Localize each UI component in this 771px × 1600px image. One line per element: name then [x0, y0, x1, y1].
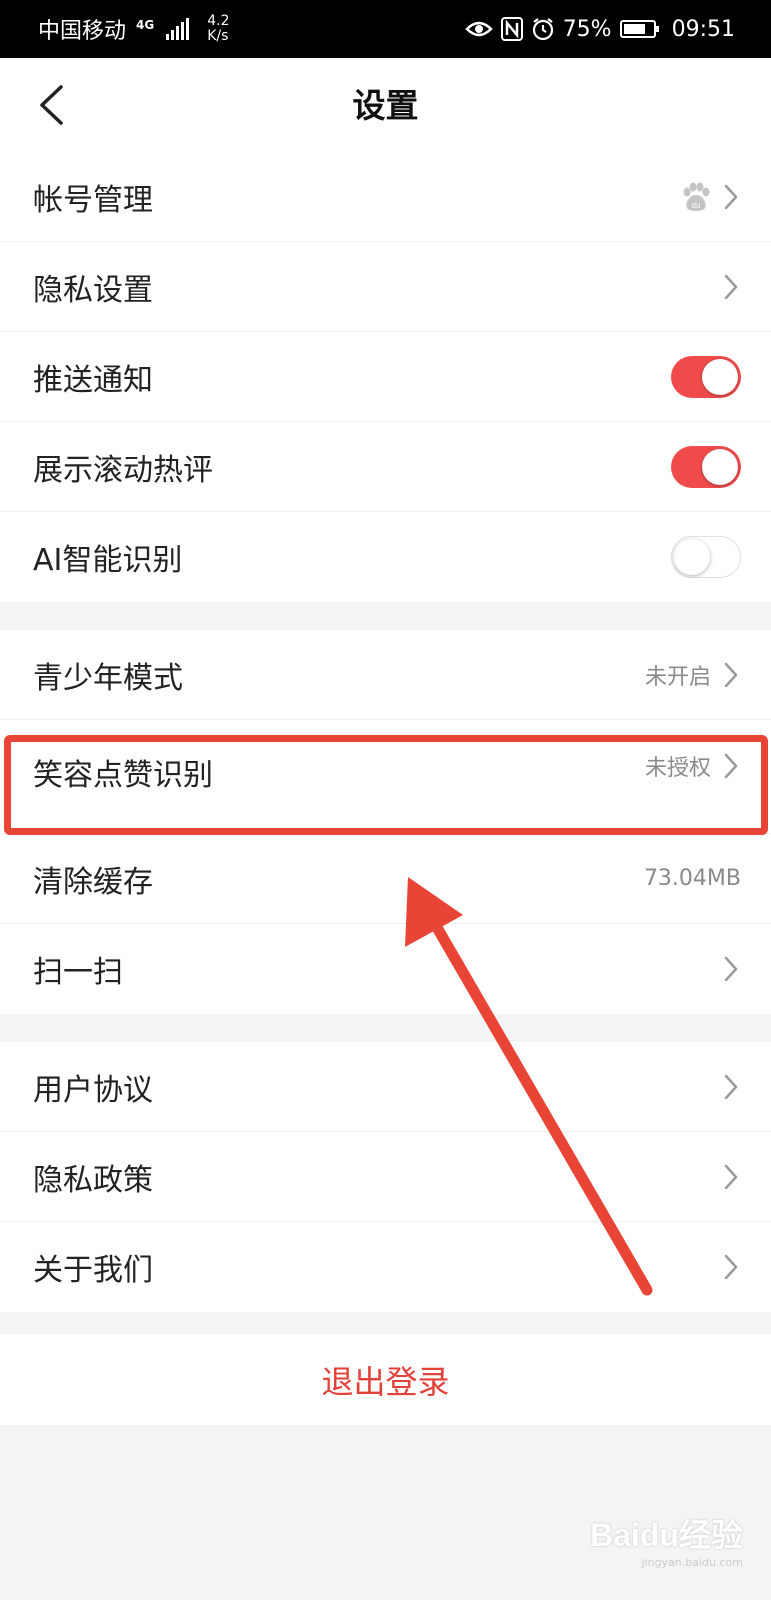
eye-comfort-icon — [464, 19, 493, 39]
row-scrolling-hot-comments: 展示滚动热评 — [0, 422, 771, 512]
page-title: 设置 — [352, 86, 419, 125]
row-label: 扫一扫 — [33, 955, 123, 990]
chevron-right-icon — [721, 1252, 741, 1282]
settings-group-basic: 帐号管理 du 隐私设置 推送通知 展示滚动热评 AI智能识别 — [0, 152, 771, 602]
chevron-right-icon — [721, 182, 741, 212]
status-bar: 中国移动 4G 4.2 K/s 75% 09:51 — [0, 0, 771, 58]
row-ai-recognition: AI智能识别 — [0, 512, 771, 602]
settings-group-about: 用户协议 隐私政策 关于我们 — [0, 1042, 771, 1312]
watermark-logo: Baidu经验 — [590, 1517, 743, 1553]
watermark-url: jingyan.baidu.com — [641, 1556, 743, 1569]
clock: 09:51 — [671, 16, 735, 42]
row-privacy-settings[interactable]: 隐私设置 — [0, 242, 771, 332]
baidu-paw-icon: du — [679, 181, 711, 213]
baidu-jingyan-watermark: Baidu经验 jingyan.baidu.com — [583, 1510, 743, 1570]
row-account-management[interactable]: 帐号管理 du — [0, 152, 771, 242]
row-about-us[interactable]: 关于我们 — [0, 1222, 771, 1312]
row-label: 隐私政策 — [33, 1162, 153, 1198]
row-clear-cache[interactable]: 清除缓存 73.04MB — [0, 834, 771, 924]
row-label: 推送通知 — [33, 362, 153, 398]
row-label: 用户协议 — [33, 1072, 153, 1108]
row-right: 未开启 — [645, 659, 741, 691]
row-right: du — [679, 181, 741, 213]
chevron-right-icon — [721, 954, 741, 984]
ai-recognition-toggle[interactable] — [671, 536, 741, 578]
network-speed-unit: K/s — [207, 28, 229, 44]
signal-icon — [166, 18, 190, 40]
network-speed-value: 4.2 — [207, 13, 230, 29]
status-bar-left: 中国移动 4G 4.2 K/s — [38, 13, 229, 45]
row-push-notifications: 推送通知 — [0, 332, 771, 422]
network-speed: 4.2 K/s — [207, 14, 229, 44]
cache-size: 73.04MB — [643, 866, 741, 891]
row-label: 青少年模式 — [33, 660, 183, 696]
svg-text:du: du — [692, 201, 701, 210]
chevron-right-icon — [721, 1072, 741, 1102]
nfc-icon — [500, 17, 523, 41]
network-type: 4G — [136, 18, 155, 32]
row-label: 展示滚动热评 — [33, 452, 213, 488]
status-bar-right: 75% 09:51 — [464, 16, 735, 42]
row-label: 帐号管理 — [33, 182, 153, 218]
battery-percent: 75% — [562, 16, 612, 42]
chevron-right-icon — [721, 1162, 741, 1192]
hot-comments-toggle[interactable] — [671, 445, 741, 488]
alarm-icon — [531, 17, 555, 41]
logout-row: 退出登录 — [0, 1334, 771, 1425]
row-teen-mode[interactable]: 青少年模式 未开启 — [0, 630, 771, 720]
annotation-highlight-box — [4, 735, 768, 835]
teen-mode-status: 未开启 — [644, 664, 711, 690]
battery-icon — [619, 20, 659, 38]
row-privacy-policy[interactable]: 隐私政策 — [0, 1132, 771, 1222]
push-notifications-toggle[interactable] — [671, 355, 741, 398]
row-label: 清除缓存 — [33, 864, 153, 900]
row-label: 隐私设置 — [33, 272, 153, 308]
chevron-right-icon — [721, 660, 741, 690]
row-label: 关于我们 — [33, 1253, 153, 1288]
carrier-name: 中国移动 — [38, 19, 127, 44]
logout-button[interactable]: 退出登录 — [321, 1357, 449, 1403]
nav-bar: 设置 — [0, 58, 771, 153]
row-label: AI智能识别 — [33, 543, 183, 578]
chevron-right-icon — [721, 272, 741, 302]
row-scan[interactable]: 扫一扫 — [0, 924, 771, 1014]
row-user-agreement[interactable]: 用户协议 — [0, 1042, 771, 1132]
